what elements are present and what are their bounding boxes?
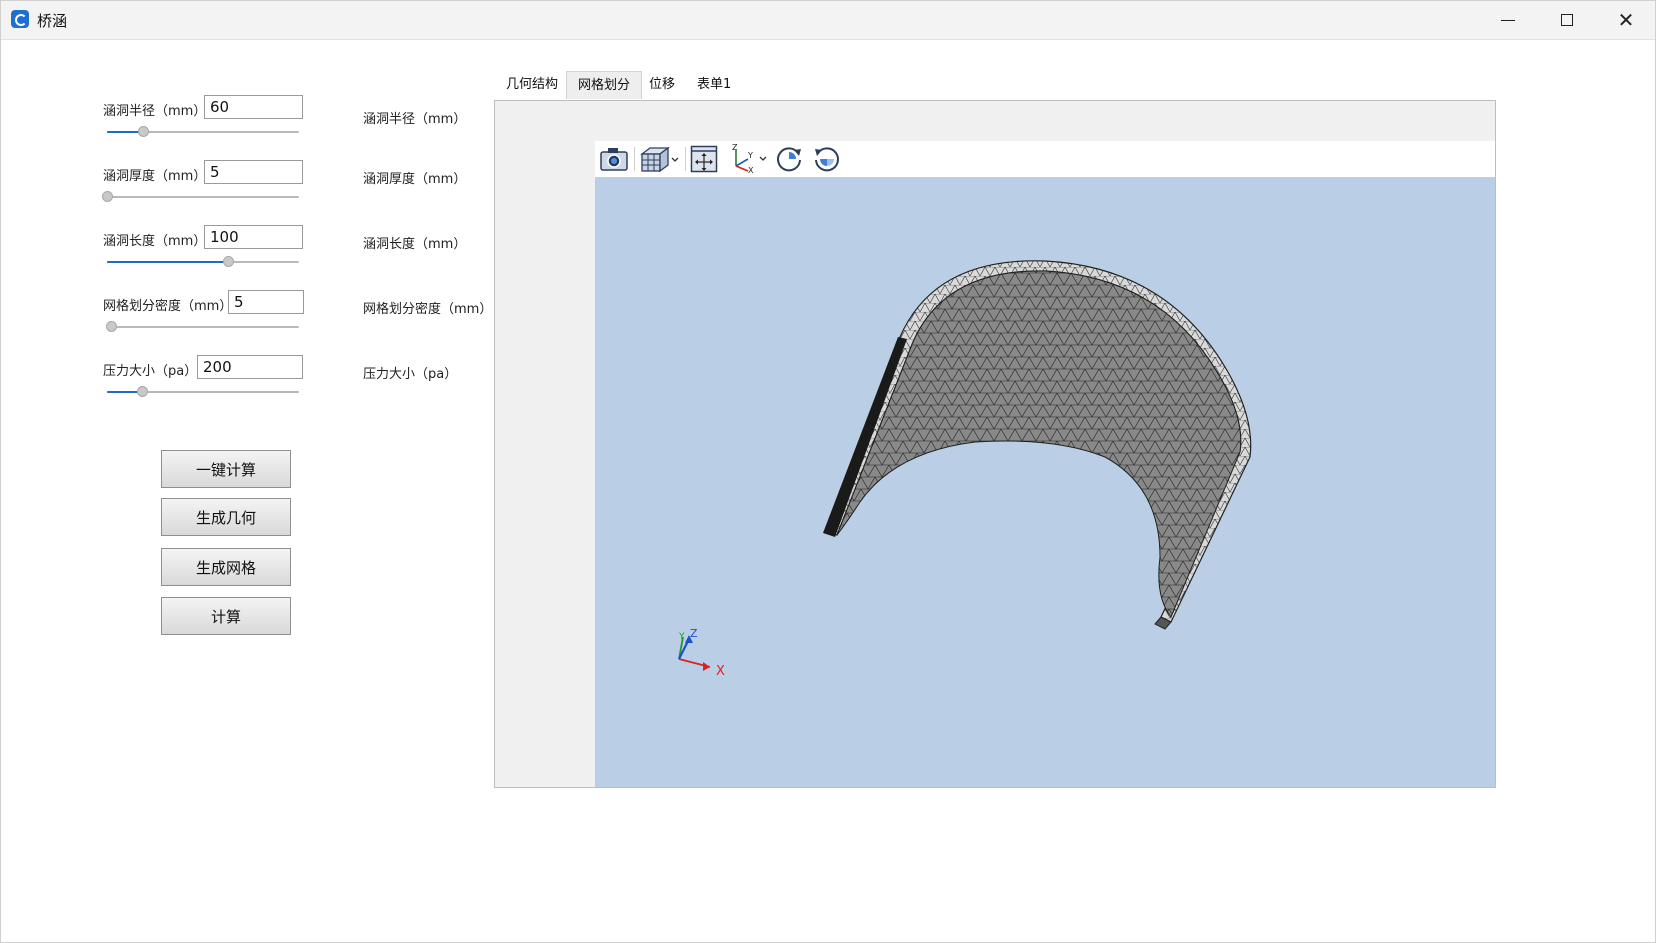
svg-text:Z: Z — [732, 144, 738, 152]
fit-view-icon[interactable] — [688, 144, 720, 174]
window-title: 桥涵 — [37, 12, 68, 30]
length-label: 涵洞长度（mm） — [103, 234, 207, 249]
maximize-button[interactable] — [1538, 1, 1596, 39]
radius-echo-label: 涵洞半径（mm） — [363, 112, 467, 127]
close-icon: ✕ — [1617, 8, 1635, 32]
tab-displacement[interactable]: 位移 — [638, 71, 686, 99]
radius-label: 涵洞半径（mm） — [103, 104, 207, 119]
radius-input[interactable]: 60 — [204, 95, 303, 119]
minimize-icon — [1501, 19, 1515, 21]
thickness-slider-thumb[interactable] — [102, 191, 113, 202]
app-window: 桥涵 ✕ 涵洞半径（mm） 60 涵洞厚度（mm） 5 涵洞长度（mm） 100… — [0, 0, 1656, 943]
generate-geometry-button[interactable]: 生成几何 — [161, 498, 291, 536]
mesh-render: X Z Y — [678, 260, 1252, 679]
svg-text:Y: Y — [747, 151, 753, 160]
axes-orientation-icon[interactable]: Z Y X — [728, 144, 768, 174]
tab-geometry[interactable]: 几何结构 — [495, 71, 569, 99]
rotate-ccw-icon[interactable] — [811, 144, 843, 174]
mesh-density-slider-thumb[interactable] — [106, 321, 117, 332]
axis-y-label: Y — [678, 632, 685, 642]
close-button[interactable]: ✕ — [1597, 1, 1655, 39]
thickness-echo-label: 涵洞厚度（mm） — [363, 172, 467, 187]
axis-z-label: Z — [690, 627, 698, 640]
maximize-icon — [1561, 14, 1573, 26]
length-echo-label: 涵洞长度（mm） — [363, 237, 467, 252]
rotate-cw-icon[interactable] — [773, 144, 805, 174]
pressure-input[interactable]: 200 — [197, 355, 303, 379]
title-bar[interactable]: 桥涵 ✕ — [1, 1, 1655, 40]
thickness-input[interactable]: 5 — [204, 160, 303, 184]
radius-slider-thumb[interactable] — [138, 126, 149, 137]
pressure-slider[interactable] — [107, 386, 299, 398]
pressure-label: 压力大小（pa） — [103, 364, 198, 379]
axis-triad: X Z Y — [678, 627, 725, 679]
camera-icon[interactable] — [598, 144, 630, 174]
length-slider-fill — [107, 261, 228, 263]
pressure-slider-thumb[interactable] — [137, 386, 148, 397]
compute-button[interactable]: 计算 — [161, 597, 291, 635]
tab-mesh[interactable]: 网格划分 — [566, 71, 643, 99]
length-slider-thumb[interactable] — [223, 256, 234, 267]
mesh-density-slider[interactable] — [106, 321, 299, 333]
pressure-echo-label: 压力大小（pa） — [363, 367, 458, 382]
radius-slider[interactable] — [107, 126, 299, 138]
app-logo-icon — [11, 10, 29, 28]
svg-text:X: X — [748, 166, 754, 174]
viewer-toolbar: Z Y X — [595, 141, 1495, 177]
thickness-slider[interactable] — [102, 191, 299, 203]
length-input[interactable]: 100 — [204, 225, 303, 249]
mesh-viewport[interactable]: X Z Y — [595, 177, 1495, 787]
mesh-density-echo-label: 网格划分密度（mm） — [363, 302, 493, 317]
cube-view-icon[interactable] — [637, 144, 681, 174]
minimize-button[interactable] — [1479, 1, 1537, 39]
length-slider[interactable] — [107, 256, 299, 268]
tab-form1[interactable]: 表单1 — [686, 71, 742, 99]
generate-mesh-button[interactable]: 生成网格 — [161, 548, 291, 586]
axis-x-label: X — [716, 664, 725, 679]
thickness-label: 涵洞厚度（mm） — [103, 169, 207, 184]
one-click-compute-button[interactable]: 一键计算 — [161, 450, 291, 488]
mesh-density-label: 网格划分密度（mm） — [103, 299, 233, 314]
mesh-density-input[interactable]: 5 — [228, 290, 304, 314]
